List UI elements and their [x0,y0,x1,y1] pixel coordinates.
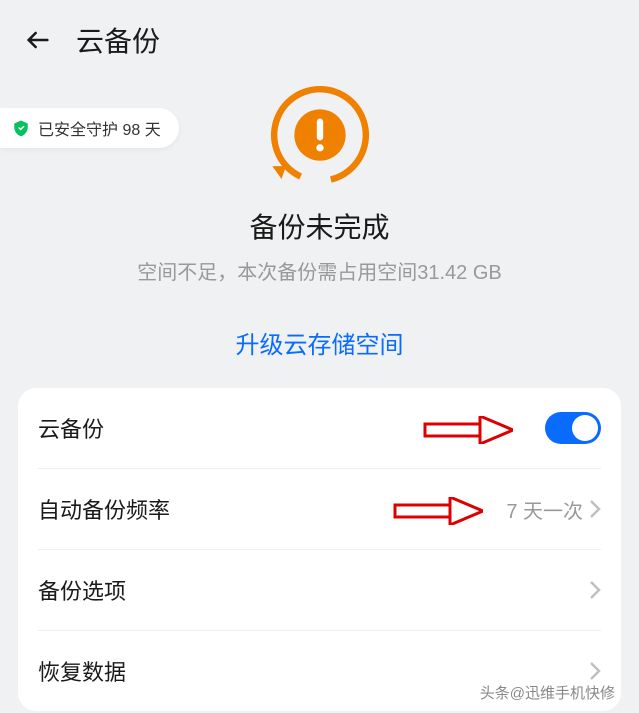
security-badge[interactable]: 已安全守护 98 天 [0,108,179,148]
backup-status-title: 备份未完成 [24,206,615,246]
annotation-arrow-icon [393,497,483,525]
page-header: 云备份 [0,0,639,80]
backup-status-subtitle: 空间不足，本次备份需占用空间31.42 GB [24,256,615,285]
shield-check-icon [12,119,30,137]
page-title: 云备份 [76,20,160,60]
settings-card: 云备份 自动备份频率 7 天一次 备份选项 恢复数据 [18,388,621,711]
cloud-backup-row: 云备份 [38,388,601,469]
backup-options-label: 备份选项 [38,574,126,606]
upgrade-storage-link[interactable]: 升级云存储空间 [0,305,639,388]
cloud-backup-toggle[interactable] [545,412,601,444]
security-badge-text: 已安全守护 98 天 [38,116,161,140]
backup-frequency-row[interactable]: 自动备份频率 7 天一次 [38,469,601,550]
chevron-right-icon [589,499,601,519]
watermark-text: 头条@迅维手机快修 [480,682,615,703]
annotation-arrow-icon [423,416,513,444]
chevron-right-icon [589,661,601,681]
back-arrow-icon[interactable] [24,26,52,54]
chevron-right-icon [589,580,601,600]
backup-frequency-value: 7 天一次 [506,495,583,524]
backup-warning-icon [265,80,375,190]
restore-data-label: 恢复数据 [38,655,126,687]
cloud-backup-label: 云备份 [38,412,104,444]
backup-options-row[interactable]: 备份选项 [38,550,601,631]
backup-frequency-label: 自动备份频率 [38,493,170,525]
